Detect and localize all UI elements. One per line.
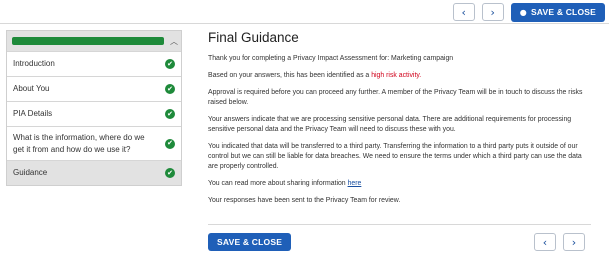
sidebar-item-label: Guidance	[13, 168, 48, 177]
save-icon: ●	[519, 7, 527, 17]
sidebar-item-about-you[interactable]: About You ✔	[7, 76, 181, 101]
check-circle-icon: ✔	[165, 168, 175, 178]
chevron-right-icon: ›	[571, 235, 577, 249]
sidebar-item-guidance[interactable]: Guidance ✔	[7, 160, 181, 185]
page-title: Final Guidance	[208, 30, 299, 45]
progress-header[interactable]: ︿	[7, 31, 181, 51]
next-button[interactable]: ›	[563, 233, 585, 251]
approval-text: Approval is required before you can proc…	[208, 89, 583, 106]
save-and-close-label: SAVE & CLOSE	[530, 7, 596, 17]
sidebar-item-introduction[interactable]: Introduction ✔	[7, 51, 181, 76]
read-more-prefix: You can read more about sharing informat…	[208, 180, 348, 187]
progress-bar	[12, 37, 164, 45]
third-party-text: You indicated that data will be transfer…	[208, 143, 582, 170]
section-sidebar: ︿ Introduction ✔ About You ✔ PIA Details…	[6, 30, 182, 186]
check-circle-icon: ✔	[165, 138, 175, 149]
check-circle-icon: ✔	[165, 84, 175, 94]
chevron-left-icon: ‹	[542, 235, 548, 249]
next-button[interactable]: ›	[481, 3, 504, 21]
previous-button[interactable]: ‹	[534, 233, 556, 251]
save-and-close-label: SAVE & CLOSE	[217, 237, 283, 247]
top-toolbar: ‹ › ● SAVE & CLOSE	[452, 2, 605, 22]
sent-text: Your responses have been sent to the Pri…	[208, 197, 401, 204]
previous-button[interactable]: ‹	[452, 3, 475, 21]
check-circle-icon: ✔	[165, 59, 175, 69]
read-more-link[interactable]: here	[348, 180, 362, 187]
intro-text: Thank you for completing a Privacy Impac…	[208, 55, 454, 62]
progress-bar-fill	[12, 37, 164, 45]
read-more-text: You can read more about sharing informat…	[208, 179, 591, 189]
main-content: Final Guidance Thank you for completing …	[208, 30, 591, 213]
sidebar-item-pia-details[interactable]: PIA Details ✔	[7, 101, 181, 126]
risk-text: Based on your answers, this has been ide…	[208, 71, 591, 81]
risk-prefix: Based on your answers, this has been ide…	[208, 72, 372, 79]
toolbar-divider	[0, 23, 609, 24]
save-and-close-button[interactable]: SAVE & CLOSE	[208, 233, 292, 251]
sensitive-data-text: Your answers indicate that we are proces…	[208, 116, 572, 133]
chevron-right-icon: ›	[490, 5, 495, 19]
sidebar-item-label: About You	[13, 84, 50, 93]
sidebar-item-label: PIA Details	[13, 109, 53, 118]
footer-divider	[208, 224, 591, 225]
save-and-close-button[interactable]: ● SAVE & CLOSE	[510, 2, 605, 22]
sidebar-item-label: Introduction	[13, 59, 55, 68]
chevron-left-icon: ‹	[461, 5, 466, 19]
sidebar-item-information-use[interactable]: What is the information, where do we get…	[7, 126, 181, 160]
risk-label: high risk activity.	[371, 72, 422, 79]
check-circle-icon: ✔	[165, 109, 175, 119]
chevron-up-icon[interactable]: ︿	[170, 36, 178, 47]
sidebar-item-label: What is the information, where do we get…	[13, 132, 145, 154]
